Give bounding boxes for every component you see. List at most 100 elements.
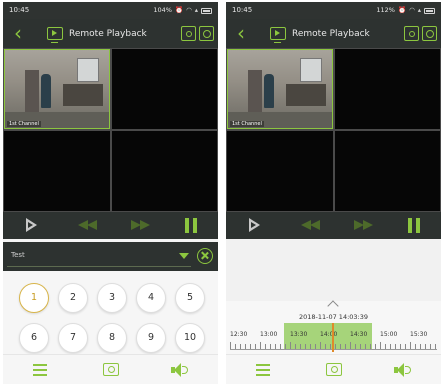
channel-key-4[interactable]: 4 [136, 283, 166, 313]
wifi-icon: ◠ [186, 6, 192, 14]
fast-forward-icon[interactable] [354, 218, 376, 233]
video-cell-3[interactable] [227, 131, 333, 211]
timeline-label: 13:00 [260, 331, 278, 338]
page-title: Remote Playback [69, 28, 147, 39]
video-cell-3[interactable] [4, 131, 110, 211]
timeline-tick [360, 344, 361, 349]
rewind-icon[interactable] [301, 218, 323, 233]
timeline-tick [370, 344, 371, 349]
snapshot-icon[interactable] [422, 26, 437, 41]
timeline-panel[interactable]: 2018-11-07 14:03:39 12:30 13:00 13:30 14… [226, 300, 441, 354]
video-cell-1[interactable]: 1st Channel [4, 49, 110, 129]
video-cell-4[interactable] [335, 131, 440, 211]
channel-key-10[interactable]: 10 [175, 323, 205, 353]
signal-icon: ▴ [194, 6, 198, 14]
timeline-tick [435, 344, 436, 349]
video-cell-2[interactable] [112, 49, 217, 129]
timeline-tick [385, 344, 386, 349]
timeline-tick [310, 344, 311, 349]
camera-icon[interactable] [326, 363, 342, 376]
video-cell-2[interactable] [335, 49, 440, 129]
bottom-bar [226, 354, 441, 384]
timeline-tick [415, 344, 416, 349]
playback-screen-icon [270, 27, 286, 43]
timeline-tick [300, 344, 301, 349]
channel-key-1[interactable]: 1 [19, 283, 49, 313]
alarm-icon: ⏰ [397, 6, 407, 14]
alarm-icon: ⏰ [174, 6, 184, 14]
timeline-tick [330, 344, 331, 349]
timeline-label: 12:30 [230, 331, 248, 338]
timeline-tick [345, 344, 346, 349]
channel-select[interactable]: Test [7, 246, 191, 267]
chevron-down-icon [179, 253, 189, 259]
timeline-label: 14:00 [320, 331, 338, 338]
timeline-tick [410, 342, 411, 349]
menu-icon[interactable] [33, 364, 47, 376]
video-cell-1[interactable]: 1st Channel [227, 49, 333, 129]
timeline-tick [250, 344, 251, 349]
timeline-tick [275, 344, 276, 349]
close-icon[interactable] [197, 248, 213, 264]
camera-channel-label: 1st Channel [7, 121, 41, 127]
snapshot-icon[interactable] [199, 26, 214, 41]
battery-icon [201, 7, 212, 14]
record-icon[interactable] [181, 26, 196, 41]
timeline-label: 14:30 [350, 331, 368, 338]
timeline-tick [400, 344, 401, 349]
playback-controls [226, 212, 441, 239]
channel-key-7[interactable]: 7 [58, 323, 88, 353]
chevron-up-icon[interactable] [327, 300, 339, 312]
timeline-tick [420, 344, 421, 349]
play-icon[interactable] [23, 218, 39, 233]
record-icon[interactable] [404, 26, 419, 41]
channel-key-9[interactable]: 9 [136, 323, 166, 353]
menu-icon[interactable] [256, 364, 270, 376]
play-icon[interactable] [246, 218, 262, 233]
speaker-icon[interactable] [394, 363, 412, 377]
speaker-icon[interactable] [171, 363, 189, 377]
timeline-tick [390, 344, 391, 349]
bottom-bar [3, 354, 218, 384]
channel-keypad: 1 2 3 4 5 6 7 8 9 10 [3, 271, 218, 354]
channel-key-3[interactable]: 3 [97, 283, 127, 313]
channel-key-2[interactable]: 2 [58, 283, 88, 313]
wifi-icon: ◠ [409, 6, 415, 14]
timeline-tick [295, 344, 296, 349]
app-bar: ‹ Remote Playback [3, 19, 218, 48]
timeline-datetime: 2018-11-07 14:03:39 [298, 313, 369, 321]
status-bar: 10:45 104% ⏰ ◠ ▴ [3, 2, 218, 19]
timeline-tick [230, 342, 231, 349]
channel-key-6[interactable]: 6 [19, 323, 49, 353]
back-arrow-icon[interactable]: ‹ [6, 21, 30, 46]
timeline-tick [325, 344, 326, 349]
video-cell-4[interactable] [112, 131, 217, 211]
timeline-tick [320, 342, 321, 349]
channel-key-5[interactable]: 5 [175, 283, 205, 313]
status-time: 10:45 [232, 6, 253, 14]
timeline-tick [270, 344, 271, 349]
timeline-tick [235, 344, 236, 349]
timeline-tick [245, 344, 246, 349]
timeline-tick [290, 342, 291, 349]
phone-screen-left: 10:45 104% ⏰ ◠ ▴ ‹ Remote Playback 1st C… [3, 2, 218, 384]
channel-key-8[interactable]: 8 [97, 323, 127, 353]
channel-bar: Test [3, 242, 218, 271]
app-bar: ‹ Remote Playback [226, 19, 441, 48]
timeline-tick [350, 342, 351, 349]
camera-icon[interactable] [103, 363, 119, 376]
rewind-icon[interactable] [78, 218, 100, 233]
timeline-tick [365, 344, 366, 349]
status-battery-percent: 112% [376, 6, 395, 14]
fast-forward-icon[interactable] [131, 218, 153, 233]
timeline-tick [380, 342, 381, 349]
signal-icon: ▴ [417, 6, 421, 14]
timeline-tick [395, 344, 396, 349]
timeline-current-marker[interactable] [332, 323, 334, 352]
back-arrow-icon[interactable]: ‹ [229, 21, 253, 46]
pause-icon[interactable] [183, 218, 199, 233]
pause-icon[interactable] [406, 218, 422, 233]
timeline-axis[interactable] [230, 342, 437, 350]
timeline-tick [425, 344, 426, 349]
camera-channel-label: 1st Channel [230, 121, 264, 127]
